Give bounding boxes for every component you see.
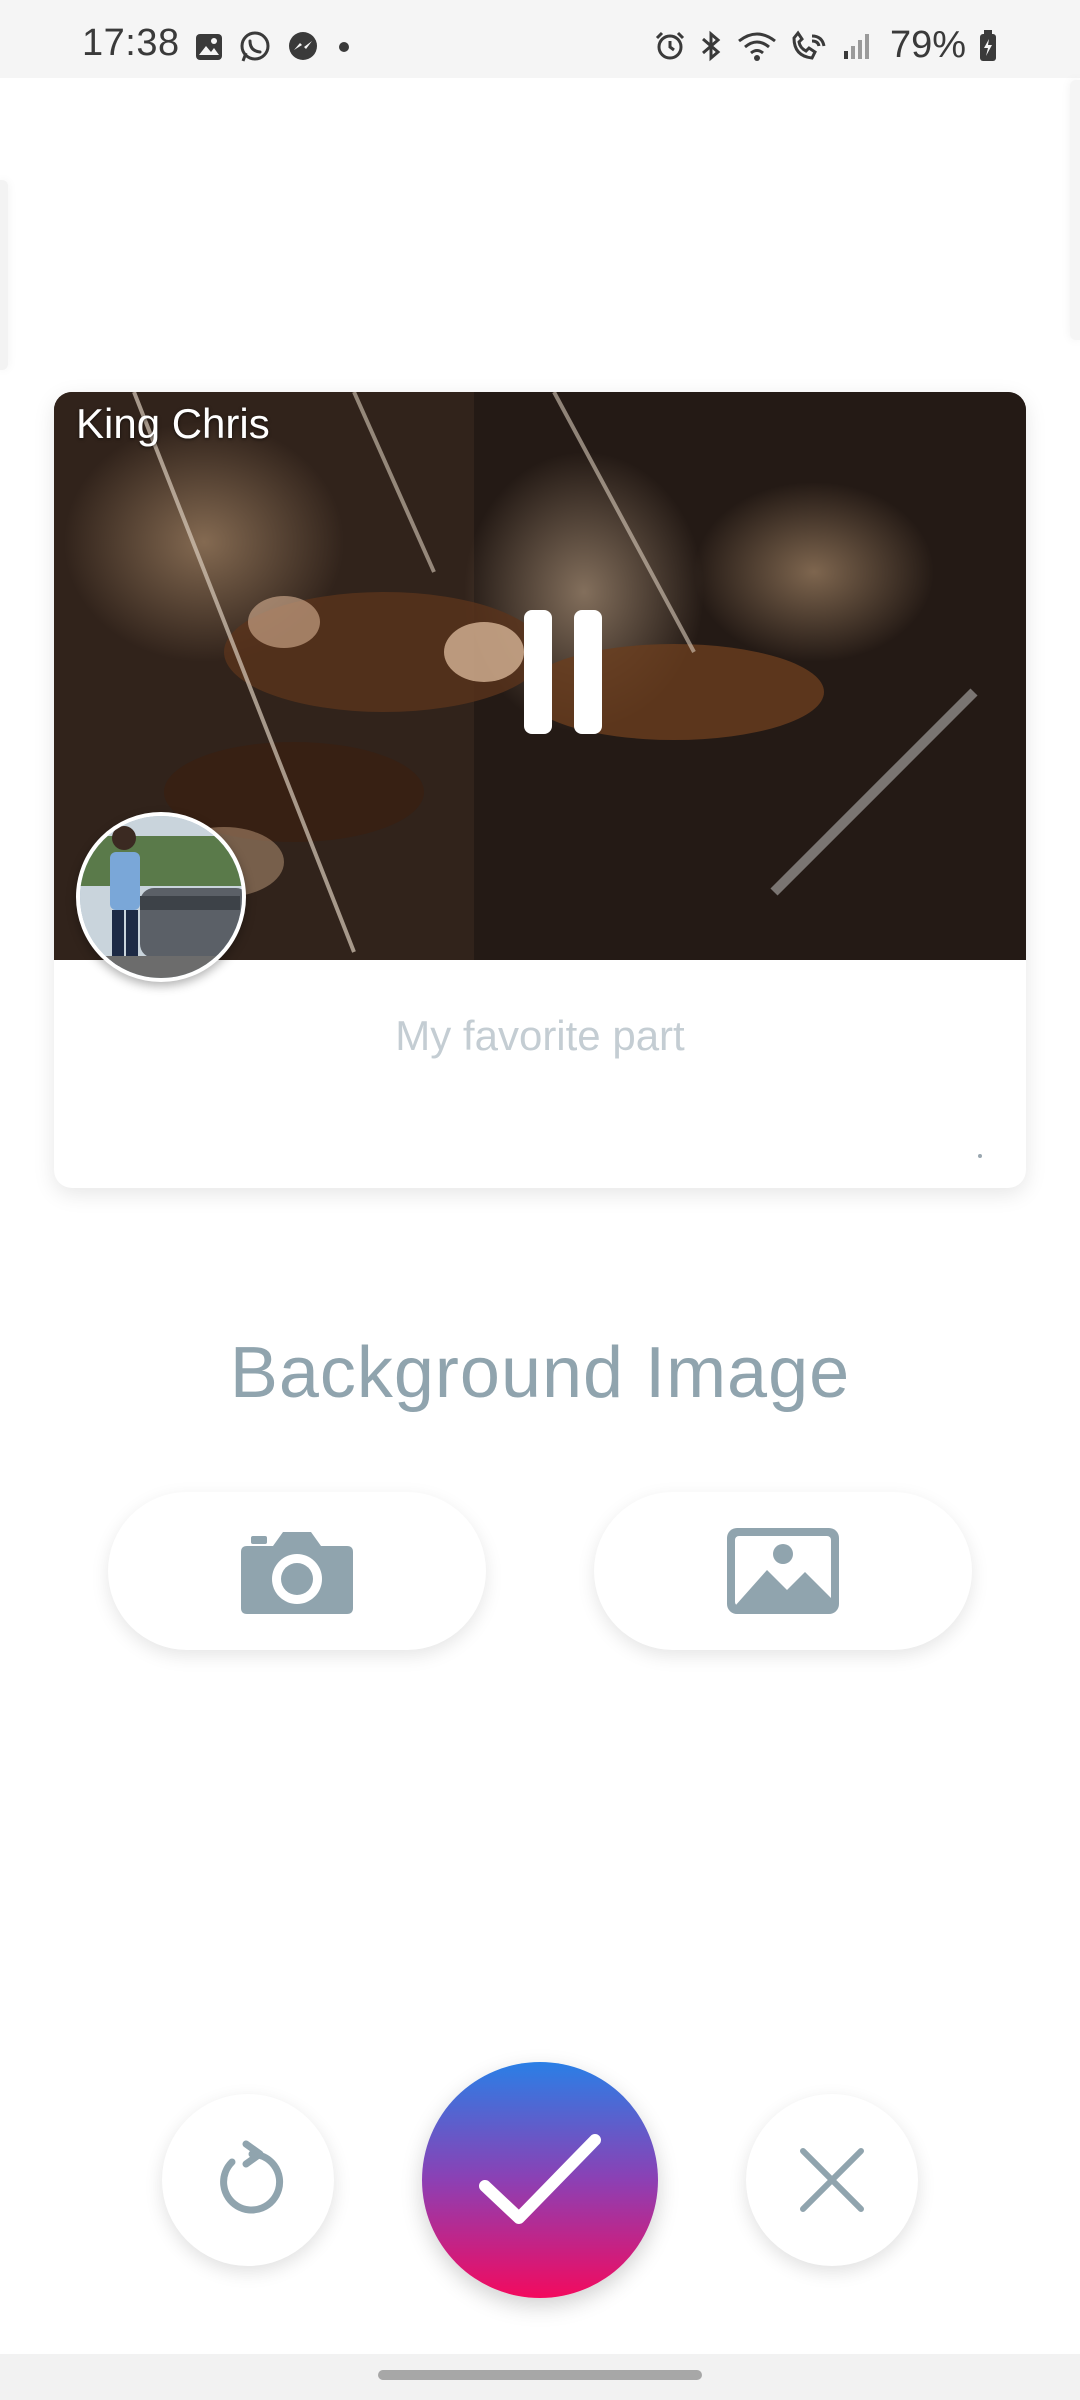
wifi-icon	[738, 32, 776, 61]
messenger-icon	[289, 32, 317, 60]
battery-icon	[980, 29, 996, 61]
system-icons: 79%	[654, 24, 998, 67]
status-time: 17:38	[82, 22, 180, 64]
caption-input[interactable]: My favorite part	[54, 1012, 1026, 1060]
camera-button[interactable]	[108, 1492, 486, 1650]
preview-card: King Chris My favorite part	[54, 392, 1026, 1188]
navigation-bar	[0, 2354, 1080, 2400]
close-icon	[800, 2148, 864, 2212]
right-edge-handle[interactable]	[1070, 80, 1080, 340]
camera-icon	[241, 1532, 353, 1614]
home-indicator[interactable]	[378, 2370, 702, 2380]
dot-icon	[339, 42, 349, 52]
battery-percent: 79%	[889, 24, 966, 66]
pause-button[interactable]	[524, 610, 614, 738]
whatsapp-icon	[240, 31, 270, 62]
close-button[interactable]	[746, 2094, 918, 2266]
reset-button[interactable]	[162, 2094, 334, 2266]
notification-icons	[194, 30, 354, 64]
refresh-icon	[220, 2140, 284, 2214]
checkmark-icon	[479, 2134, 601, 2224]
alarm-icon	[655, 31, 684, 59]
author-name: King Chris	[76, 400, 270, 447]
image-icon	[727, 1528, 839, 1614]
gallery-button[interactable]	[594, 1492, 972, 1650]
gallery-icon	[196, 34, 222, 60]
background-image-title: Background Image	[229, 1333, 851, 1413]
bluetooth-icon	[701, 30, 721, 61]
card-indicator-dot	[978, 1154, 982, 1158]
confirm-button[interactable]	[422, 2062, 658, 2298]
avatar-photo	[80, 816, 242, 978]
avatar[interactable]	[76, 812, 246, 982]
pause-icon	[524, 610, 552, 734]
status-bar: 17:38 79%	[0, 0, 1080, 78]
left-edge-handle[interactable]	[0, 180, 8, 370]
signal-icon	[843, 33, 869, 59]
wifi-call-icon	[792, 29, 826, 60]
